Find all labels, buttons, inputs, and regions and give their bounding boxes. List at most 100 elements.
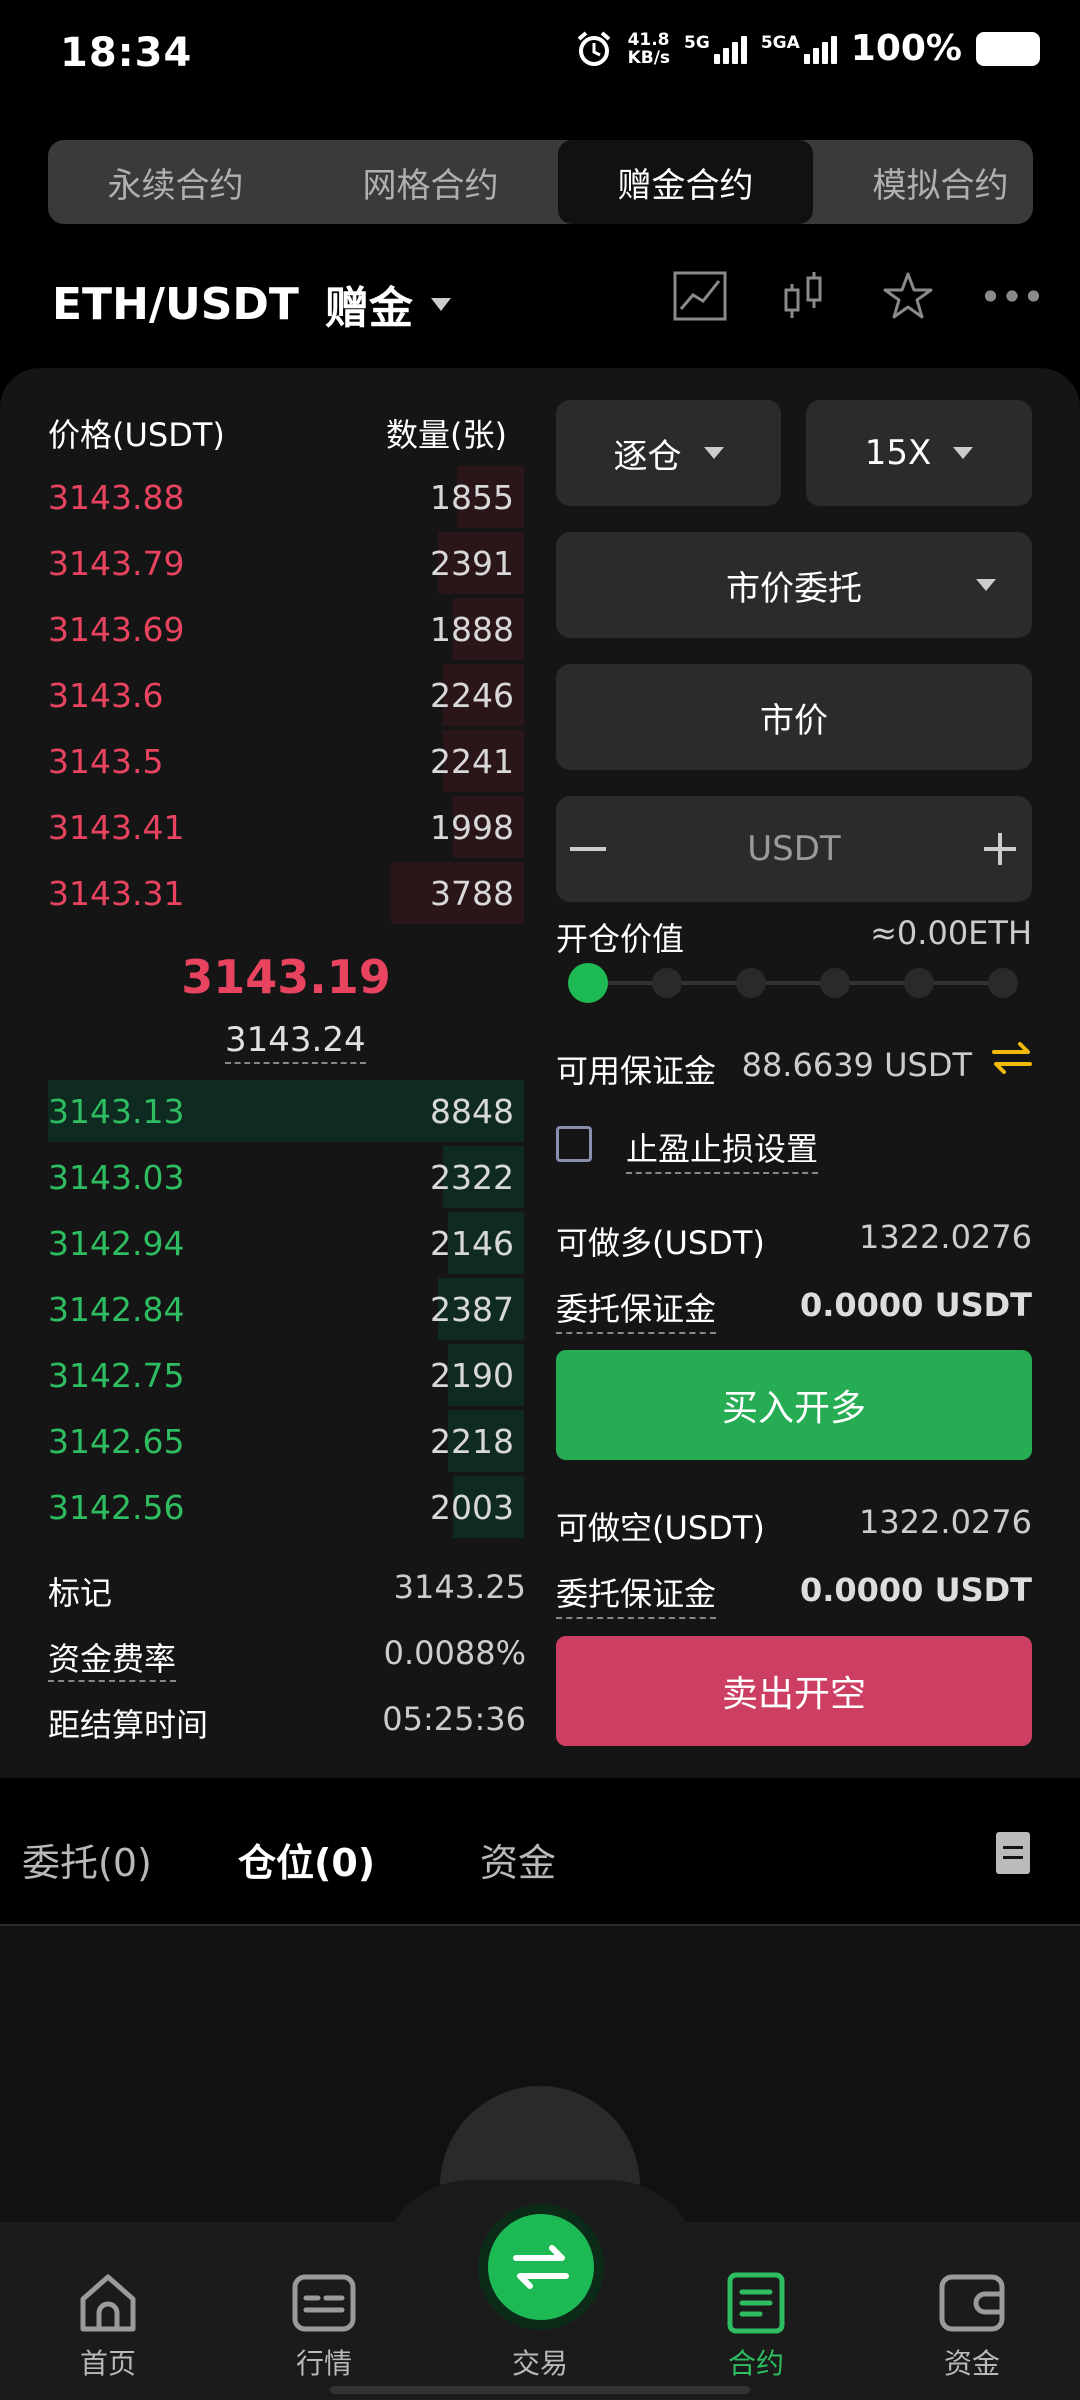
ask-price: 3143.69 <box>48 610 185 649</box>
battery-icon <box>976 31 1040 66</box>
tpsl-checkbox[interactable] <box>556 1126 592 1162</box>
slider-handle[interactable] <box>568 963 608 1003</box>
ask-quantity: 3788 <box>430 874 514 913</box>
mark-value: 3143.25 <box>393 1568 526 1606</box>
order-margin-value: 0.0000 USDT <box>799 1571 1032 1609</box>
bid-row[interactable]: 3142.84 2387 <box>48 1278 524 1340</box>
chevron-down-icon <box>953 447 974 459</box>
bid-price: 3143.13 <box>48 1092 185 1131</box>
order-margin-label[interactable]: 委托保证金 <box>556 1284 717 1334</box>
ask-row[interactable]: 3143.41 1998 <box>48 796 524 858</box>
tab-bonus[interactable]: 赠金合约 <box>558 140 813 224</box>
pair-selector[interactable]: ETH/USDT 赠金 <box>52 272 451 336</box>
settle-stat: 距结算时间 05:25:36 <box>48 1700 526 1746</box>
ask-quantity: 2391 <box>430 544 514 583</box>
mark-label: 标记 <box>48 1574 113 1612</box>
price-field[interactable]: 市价 <box>556 664 1032 770</box>
bid-quantity: 2190 <box>430 1356 514 1395</box>
open-value: ≈0.00ETH <box>870 914 1032 952</box>
nav-contract[interactable]: 合约 <box>686 2270 826 2382</box>
sell-short-button[interactable]: 卖出开空 <box>556 1636 1032 1746</box>
order-type-select[interactable]: 市价委托 <box>556 532 1032 638</box>
slider-tick <box>820 968 850 998</box>
max-long-label: 可做多(USDT) <box>556 1224 765 1262</box>
bid-quantity: 2146 <box>430 1224 514 1263</box>
nav-wallet[interactable]: 资金 <box>902 2270 1042 2382</box>
available-margin-label: 可用保证金 <box>556 1052 717 1090</box>
quantity-header: 数量(张) <box>386 416 507 454</box>
margin-mode-select[interactable]: 逐仓 <box>556 400 781 506</box>
tab-demo[interactable]: 模拟合约 <box>813 140 1033 224</box>
home-indicator <box>330 2386 750 2394</box>
buy-long-button[interactable]: 买入开多 <box>556 1350 1032 1460</box>
slider-tick <box>652 968 682 998</box>
chevron-down-icon <box>430 297 451 311</box>
chevron-down-icon <box>976 579 996 591</box>
bid-row[interactable]: 3142.75 2190 <box>48 1344 524 1406</box>
funding-rate-label[interactable]: 资金费率 <box>48 1640 177 1682</box>
slider-tick <box>736 968 766 998</box>
max-short-value: 1322.0276 <box>858 1503 1032 1541</box>
order-margin-label[interactable]: 委托保证金 <box>556 1569 717 1619</box>
minus-icon[interactable] <box>570 847 606 851</box>
bid-price: 3142.56 <box>48 1488 185 1527</box>
amount-slider[interactable] <box>568 963 1018 1003</box>
ask-price: 3143.31 <box>48 874 185 913</box>
bid-row[interactable]: 3143.13 8848 <box>48 1080 524 1142</box>
bid-price: 3142.75 <box>48 1356 185 1395</box>
ask-row[interactable]: 3143.69 1888 <box>48 598 524 660</box>
open-value-label: 开仓价值 <box>556 920 685 958</box>
transfer-icon[interactable] <box>990 1040 1034 1076</box>
max-short-label: 可做空(USDT) <box>556 1509 765 1547</box>
nav-market[interactable]: 行情 <box>254 2270 394 2382</box>
ask-row[interactable]: 3143.79 2391 <box>48 532 524 594</box>
order-margin-value: 0.0000 USDT <box>799 1286 1032 1324</box>
candlestick-icon[interactable] <box>776 268 832 324</box>
position-tabs: 委托(0) 仓位(0) 资金 <box>0 1820 1080 1918</box>
signal-sim2: 5GA <box>761 34 837 64</box>
signal-sim1: 5G <box>684 34 747 64</box>
ask-row[interactable]: 3143.5 2241 <box>48 730 524 792</box>
tab-grid[interactable]: 网格合约 <box>303 140 558 224</box>
funding-stat: 资金费率 0.0088% <box>48 1634 526 1682</box>
tab-orders[interactable]: 委托(0) <box>22 1832 152 1887</box>
bid-row[interactable]: 3142.56 2003 <box>48 1476 524 1538</box>
mark-price[interactable]: 3143.24 <box>225 1020 366 1064</box>
ask-quantity: 1855 <box>430 478 514 517</box>
price-header: 价格(USDT) <box>48 416 225 454</box>
tab-perpetual[interactable]: 永续合约 <box>48 140 303 224</box>
mark-stat: 标记 3143.25 <box>48 1568 526 1614</box>
ask-row[interactable]: 3143.88 1855 <box>48 466 524 528</box>
bid-price: 3142.84 <box>48 1290 185 1329</box>
star-icon[interactable] <box>880 268 936 324</box>
bid-row[interactable]: 3143.03 2322 <box>48 1146 524 1208</box>
ask-quantity: 1998 <box>430 808 514 847</box>
leverage-select[interactable]: 15X <box>806 400 1032 506</box>
bid-price: 3143.03 <box>48 1158 185 1197</box>
bid-row[interactable]: 3142.65 2218 <box>48 1410 524 1472</box>
ask-price: 3143.88 <box>48 478 185 517</box>
bid-row[interactable]: 3142.94 2146 <box>48 1212 524 1274</box>
tab-funds[interactable]: 资金 <box>480 1832 556 1887</box>
tpsl-label[interactable]: 止盈止损设置 <box>626 1124 819 1174</box>
more-icon[interactable] <box>984 268 1040 324</box>
plus-icon[interactable] <box>982 831 1018 867</box>
amount-input[interactable]: USDT <box>556 796 1032 902</box>
ask-price: 3143.41 <box>48 808 185 847</box>
slider-tick <box>988 968 1018 998</box>
ask-row[interactable]: 3143.6 2246 <box>48 664 524 726</box>
chart-icon[interactable] <box>672 268 728 324</box>
contract-tabs: 永续合约 网格合约 赠金合约 模拟合约 <box>48 140 1033 224</box>
tab-positions[interactable]: 仓位(0) <box>238 1832 375 1887</box>
settle-time-value: 05:25:36 <box>382 1700 526 1738</box>
bid-quantity: 2218 <box>430 1422 514 1461</box>
net-speed: 41.8 KB/s <box>627 29 671 68</box>
ask-price: 3143.79 <box>48 544 185 583</box>
pair-tag: 赠金 <box>324 283 413 334</box>
ask-row[interactable]: 3143.31 3788 <box>48 862 524 924</box>
trade-fab[interactable] <box>488 2214 594 2320</box>
bid-quantity: 2322 <box>430 1158 514 1197</box>
nav-home[interactable]: 首页 <box>38 2270 178 2382</box>
market-icon <box>291 2270 357 2336</box>
document-icon[interactable] <box>996 1832 1030 1874</box>
